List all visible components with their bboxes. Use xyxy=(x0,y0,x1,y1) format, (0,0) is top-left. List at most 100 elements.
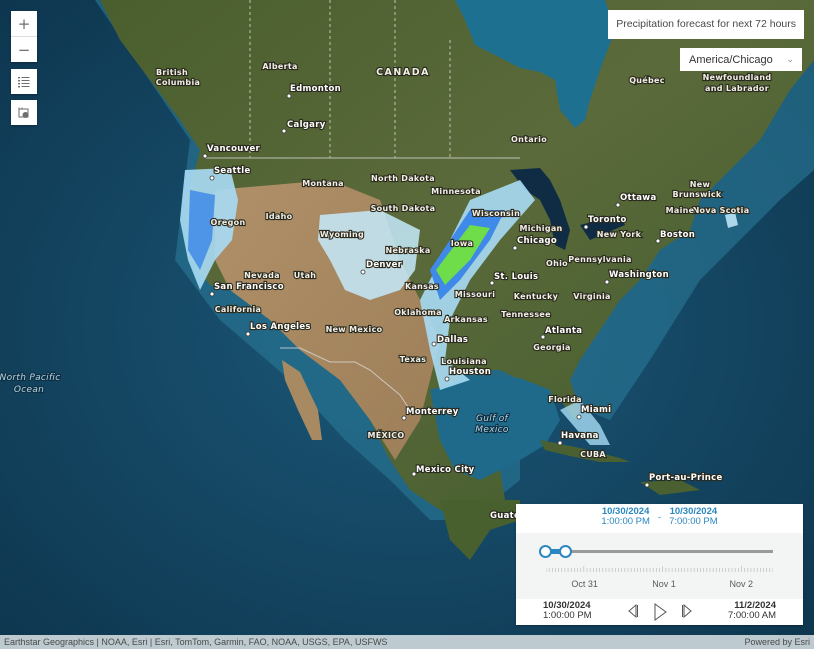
chevron-down-icon: ⌄ xyxy=(786,54,794,64)
current-start-time: 1:00:00 PM xyxy=(601,516,650,527)
label-north-dakota: North Dakota xyxy=(371,174,435,183)
label-houston: Houston xyxy=(449,367,491,377)
next-button[interactable] xyxy=(681,603,693,619)
label-british-columbia: Columbia xyxy=(156,78,200,87)
label-utah: Utah xyxy=(294,271,317,280)
label-new-mexico: New Mexico xyxy=(326,325,383,334)
timezone-select[interactable]: America/Chicago ⌄ xyxy=(680,48,802,71)
label-gulf-of-mexico: Mexico xyxy=(475,425,509,435)
label-arkansas: Arkansas xyxy=(444,315,488,324)
label-north-pacific: Ocean xyxy=(14,385,44,395)
basemap-gallery-button[interactable] xyxy=(11,100,37,125)
tick-label: Oct 31 xyxy=(571,579,598,589)
label-kansas: Kansas xyxy=(405,282,439,291)
label-tennessee: Tennessee xyxy=(501,310,551,319)
label-mexico-city: Mexico City xyxy=(416,465,475,475)
label-british-columbia: British xyxy=(156,68,188,77)
powered-by-esri[interactable]: Powered by Esri xyxy=(744,635,810,649)
label-dallas: Dallas xyxy=(437,335,468,345)
label-missouri: Missouri xyxy=(455,290,496,299)
zoom-control: + − xyxy=(11,11,37,62)
basemap-gallery-icon xyxy=(18,107,29,118)
range-start-time: 1:00:00 PM xyxy=(543,610,592,621)
label-mexico: MÉXICO xyxy=(367,429,404,440)
label-nevada: Nevada xyxy=(244,271,280,280)
legend-button[interactable] xyxy=(11,69,37,94)
current-end: 10/30/2024 7:00:00 PM xyxy=(669,507,718,527)
label-havana: Havana xyxy=(561,431,599,441)
slider-thumb-end[interactable] xyxy=(559,545,573,558)
label-los-angeles: Los Angeles xyxy=(250,322,311,332)
label-st-louis: St. Louis xyxy=(494,272,538,282)
label-iowa: Iowa xyxy=(451,239,473,248)
label-newfoundland: and Labrador xyxy=(705,84,769,93)
label-virginia: Virginia xyxy=(573,292,610,301)
label-new-york: New York xyxy=(597,230,642,239)
previous-button[interactable] xyxy=(627,603,639,619)
label-canada: CANADA xyxy=(376,67,430,78)
legend-list-icon xyxy=(18,76,30,87)
slider-ticks xyxy=(546,566,773,572)
slider-track-area: Oct 31 Nov 1 Nov 2 xyxy=(516,533,803,599)
label-monterrey: Monterrey xyxy=(406,407,459,417)
label-atlanta: Atlanta xyxy=(545,326,582,336)
play-button[interactable] xyxy=(653,603,667,621)
attribution-sources[interactable]: Earthstar Geographics | NOAA, Esri | Esr… xyxy=(4,635,387,649)
label-nebraska: Nebraska xyxy=(385,246,430,255)
label-new-brunswick: Brunswick xyxy=(672,190,721,199)
label-ontario: Ontario xyxy=(511,135,547,144)
label-montana: Montana xyxy=(302,179,344,188)
time-slider: 10/30/2024 1:00:00 PM - 10/30/2024 7:00:… xyxy=(516,504,803,625)
label-texas: Texas xyxy=(400,355,427,364)
label-washington: Washington xyxy=(609,270,669,280)
label-wisconsin: Wisconsin xyxy=(472,209,520,218)
label-louisiana: Louisiana xyxy=(441,357,487,366)
zoom-in-button[interactable]: + xyxy=(11,11,37,36)
current-time-extent: 10/30/2024 1:00:00 PM - 10/30/2024 7:00:… xyxy=(516,504,803,530)
current-start: 10/30/2024 1:00:00 PM xyxy=(601,507,650,527)
label-toronto: Toronto xyxy=(588,215,627,225)
label-gulf-of-mexico: Gulf of xyxy=(476,414,510,424)
label-maine: Maine xyxy=(666,206,695,215)
label-nova-scotia: Nova Scotia xyxy=(693,206,750,215)
timezone-selected-value: America/Chicago xyxy=(689,53,773,66)
label-oklahoma: Oklahoma xyxy=(394,308,442,317)
label-michigan: Michigan xyxy=(519,224,562,233)
label-north-pacific: North Pacific xyxy=(0,373,60,383)
next-icon xyxy=(682,603,692,619)
label-pennsylvania: Pennsylvania xyxy=(568,255,631,264)
label-idaho: Idaho xyxy=(266,212,293,221)
label-georgia: Georgia xyxy=(533,343,570,352)
previous-icon xyxy=(628,603,638,619)
label-chicago: Chicago xyxy=(517,236,557,246)
tick-label: Nov 2 xyxy=(729,579,753,589)
label-oregon: Oregon xyxy=(211,218,246,227)
play-icon xyxy=(654,603,667,621)
label-boston: Boston xyxy=(660,230,695,240)
slider-thumb-start[interactable] xyxy=(539,545,552,558)
label-denver: Denver xyxy=(366,260,403,270)
label-minnesota: Minnesota xyxy=(431,187,481,196)
label-kentucky: Kentucky xyxy=(514,292,559,301)
label-edmonton: Edmonton xyxy=(290,84,341,94)
label-seattle: Seattle xyxy=(214,166,251,176)
label-south-dakota: South Dakota xyxy=(371,204,436,213)
range-start: 10/30/2024 1:00:00 PM xyxy=(543,601,592,621)
label-port-au-prince: Port-au-Prince xyxy=(649,473,723,483)
label-san-francisco: San Francisco xyxy=(214,282,284,292)
label-quebec: Québec xyxy=(629,75,665,85)
label-wyoming: Wyoming xyxy=(320,230,364,239)
label-calgary: Calgary xyxy=(287,120,326,130)
extent-separator: - xyxy=(657,511,662,523)
slider-footer: 10/30/2024 1:00:00 PM 11/2/2024 7:00:00 … xyxy=(516,599,803,625)
label-newfoundland: Newfoundland xyxy=(703,73,772,82)
label-ohio: Ohio xyxy=(546,259,568,268)
label-ottawa: Ottawa xyxy=(620,193,656,203)
slider-track[interactable] xyxy=(546,550,773,553)
zoom-out-button[interactable]: − xyxy=(11,36,37,62)
range-end-time: 7:00:00 AM xyxy=(727,610,776,621)
label-alberta: Alberta xyxy=(262,62,297,71)
range-end: 11/2/2024 7:00:00 AM xyxy=(728,601,776,621)
label-cuba: CUBA xyxy=(580,450,606,459)
tick-label: Nov 1 xyxy=(652,579,676,589)
